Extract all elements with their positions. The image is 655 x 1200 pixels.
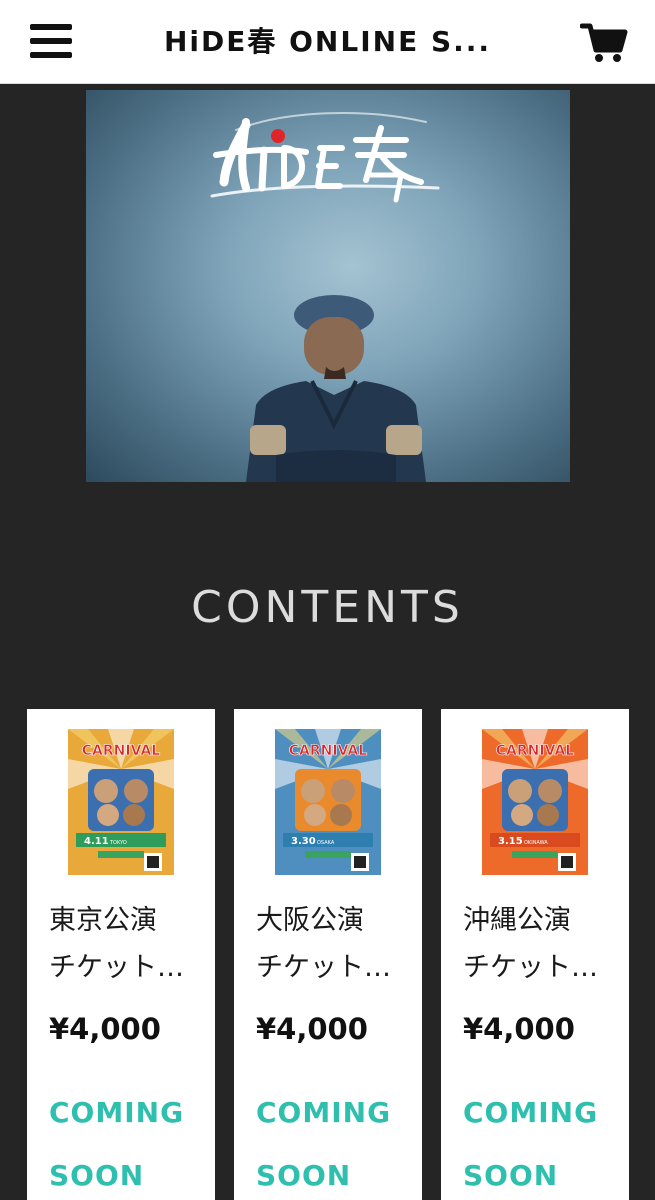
product-name-line2: チケット… (463, 952, 598, 983)
product-price: ¥4,000 (256, 1012, 368, 1046)
product-card[interactable]: CARNIVAL 3.15 OKINAWA 沖縄公演 チケット… ¥4,000 … (441, 709, 629, 1200)
product-name[interactable]: 大阪公演 チケット… (256, 897, 406, 991)
event-poster-image: CARNIVAL 3.30 OSAKA (275, 729, 381, 875)
product-name-line2: チケット… (256, 952, 391, 983)
section-title: CONTENTS (191, 582, 464, 633)
status-line1: COMING (463, 1096, 599, 1129)
product-card[interactable]: CARNIVAL 3.30 OSAKA 大阪公演 チケット… ¥4,000 CO… (234, 709, 422, 1200)
status-line1: COMING (256, 1096, 392, 1129)
hide-haru-logo (210, 111, 440, 203)
hamburger-menu-icon[interactable] (30, 24, 72, 58)
svg-text:OKINAWA: OKINAWA (524, 840, 548, 846)
product-name-line1: 東京公演 (49, 905, 157, 936)
product-name[interactable]: 沖縄公演 チケット… (463, 897, 613, 991)
svg-text:3.15: 3.15 (498, 836, 523, 847)
svg-text:TOKYO: TOKYO (109, 840, 127, 846)
svg-text:4.11: 4.11 (84, 836, 109, 847)
event-poster-image: CARNIVAL 3.15 OKINAWA (482, 729, 588, 875)
svg-text:CARNIVAL: CARNIVAL (82, 743, 161, 759)
coming-soon-label: COMING SOON (463, 1081, 629, 1200)
product-price: ¥4,000 (49, 1012, 161, 1046)
svg-text:CARNIVAL: CARNIVAL (289, 743, 368, 759)
artist-photo (246, 295, 426, 482)
status-line2: SOON (49, 1159, 145, 1192)
top-header: HiDE春 ONLINE S... (0, 0, 655, 84)
product-card[interactable]: CARNIVAL 4.11 TOKYO 東京公演 チケット… ¥4,000 CO… (27, 709, 215, 1200)
product-name-line2: チケット… (49, 952, 184, 983)
coming-soon-label: COMING SOON (49, 1081, 215, 1200)
svg-text:3.30: 3.30 (291, 836, 316, 847)
hero-banner (86, 90, 570, 482)
product-name[interactable]: 東京公演 チケット… (49, 897, 199, 991)
shopping-cart-icon[interactable] (579, 20, 628, 64)
event-poster-image: CARNIVAL 4.11 TOKYO (68, 729, 174, 875)
product-name-line1: 沖縄公演 (463, 905, 571, 936)
status-line2: SOON (256, 1159, 352, 1192)
svg-text:OSAKA: OSAKA (317, 840, 335, 846)
svg-text:CARNIVAL: CARNIVAL (496, 743, 575, 759)
coming-soon-label: COMING SOON (256, 1081, 422, 1200)
product-price: ¥4,000 (463, 1012, 575, 1046)
status-line2: SOON (463, 1159, 559, 1192)
product-name-line1: 大阪公演 (256, 905, 364, 936)
status-line1: COMING (49, 1096, 185, 1129)
site-title[interactable]: HiDE春 ONLINE S... (120, 22, 535, 62)
